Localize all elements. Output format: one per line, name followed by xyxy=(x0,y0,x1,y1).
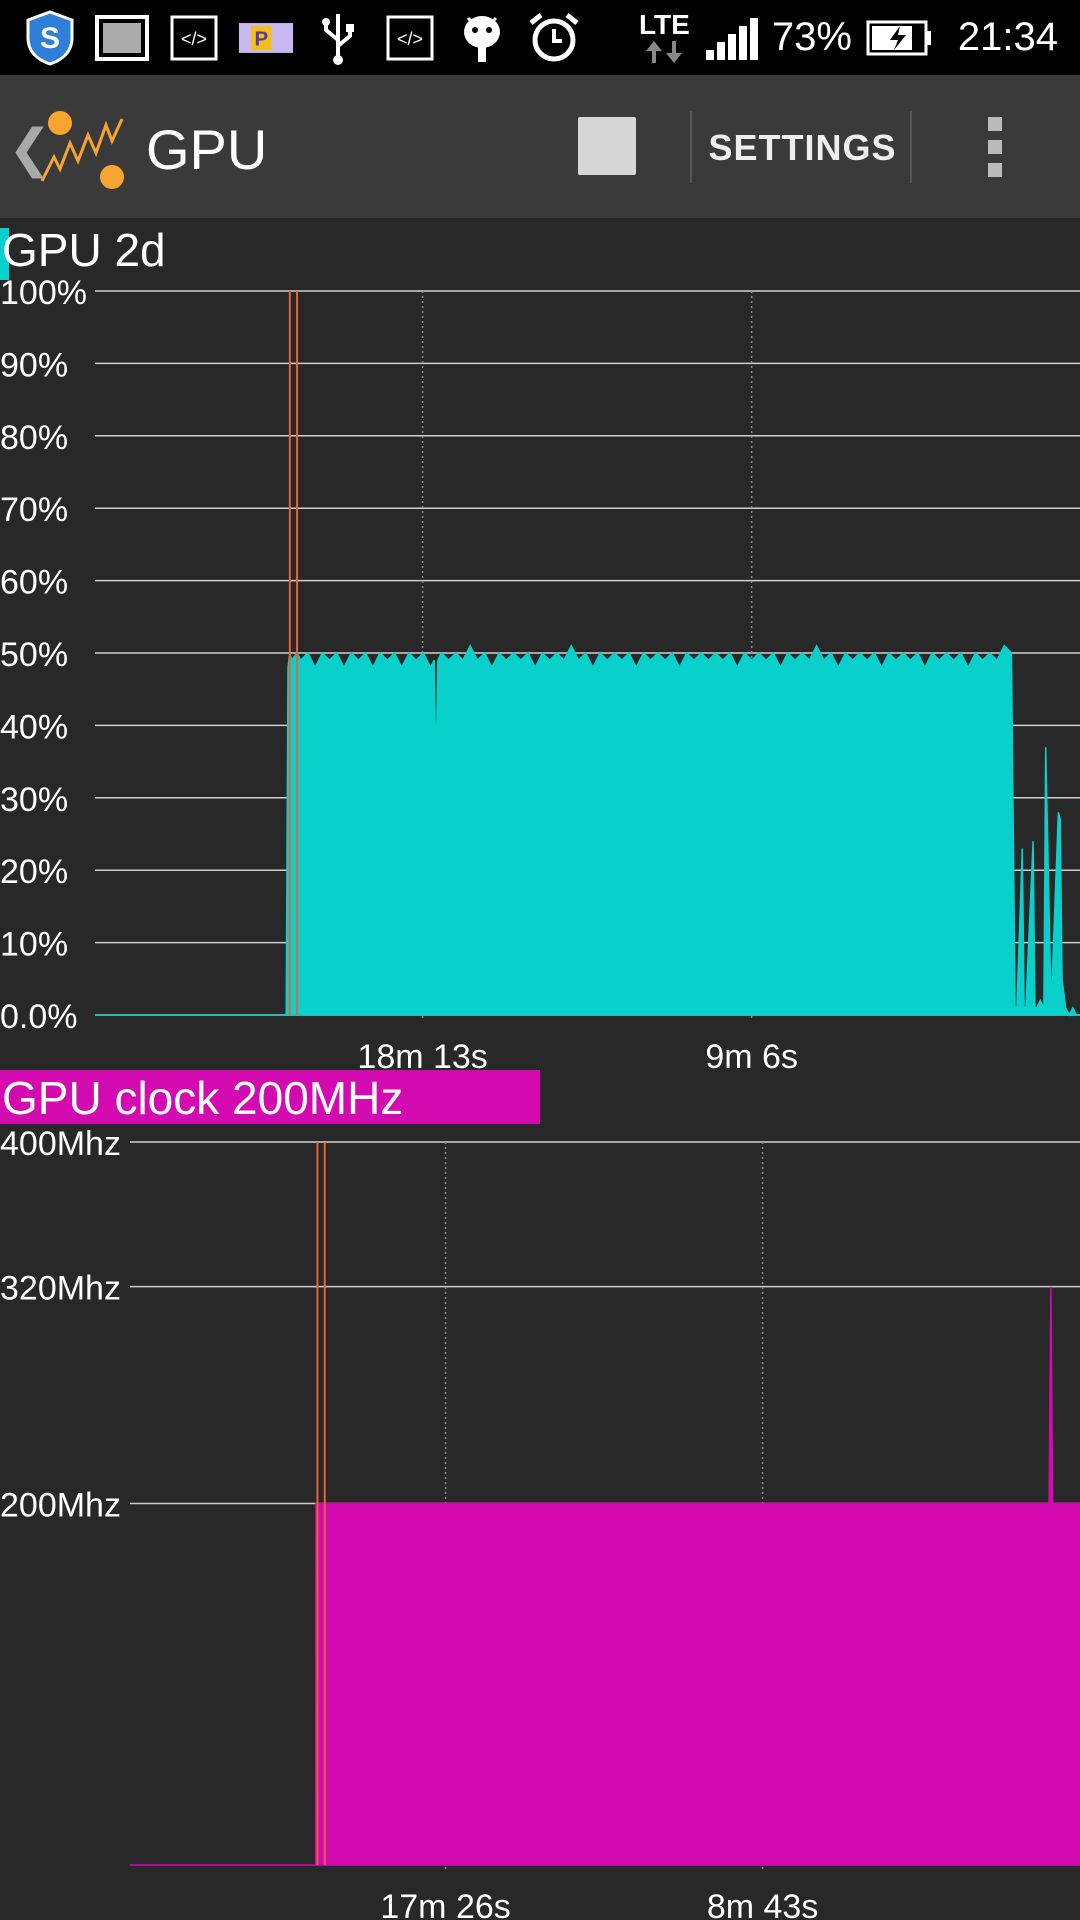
shield-icon: S xyxy=(22,9,78,66)
x-tick-label: 9m 6s xyxy=(705,1038,798,1076)
stop-button[interactable] xyxy=(578,117,636,175)
parking-icon: P xyxy=(238,10,294,66)
gpu-clock-grid xyxy=(130,1141,1080,1505)
overflow-menu-icon[interactable] xyxy=(988,117,1004,177)
divider xyxy=(690,111,692,183)
page-title: GPU xyxy=(146,118,268,181)
gpu-clock-area xyxy=(130,1286,1080,1866)
gpu-clock-title: GPU clock 200MHz xyxy=(2,1072,403,1124)
x-tick-label: 8m 43s xyxy=(707,1888,819,1920)
gpu-clock-y-labels: 400Mhz 320Mhz 200Mhz xyxy=(0,1125,121,1525)
y-tick-label: 400Mhz xyxy=(0,1125,121,1163)
divider xyxy=(910,111,912,183)
code-icon: </> xyxy=(166,10,222,66)
usb-icon xyxy=(310,10,366,66)
gpu-load-title: GPU 2d xyxy=(2,224,166,276)
lte-indicator: LTE xyxy=(639,8,690,65)
android-icon xyxy=(454,10,510,66)
alarm-icon xyxy=(526,10,582,66)
y-tick-label: 200Mhz xyxy=(0,1487,121,1525)
y-tick-label: 40% xyxy=(0,708,68,746)
battery-percent: 73% xyxy=(771,15,852,59)
signal-icon xyxy=(705,17,758,60)
y-tick-label: 10% xyxy=(0,926,68,964)
status-indicators: LTE 73% 21:34 xyxy=(639,0,1058,75)
y-tick-label: 320Mhz xyxy=(0,1270,121,1308)
settings-button[interactable]: SETTINGS xyxy=(700,127,905,169)
svg-text:</>: </> xyxy=(181,29,207,49)
image-icon xyxy=(94,10,150,66)
y-tick-label: 20% xyxy=(0,853,68,891)
y-tick-label: 50% xyxy=(0,636,68,674)
y-tick-label: 100% xyxy=(0,274,87,312)
action-bar: ❮ GPU SETTINGS xyxy=(0,75,1080,218)
code-icon: </> xyxy=(382,10,438,66)
network-type: LTE xyxy=(639,8,690,40)
gpu-load-area xyxy=(95,644,1080,1017)
y-tick-label: 30% xyxy=(0,781,68,819)
y-tick-label: 70% xyxy=(0,491,68,529)
gpu-load-chart: GPU 2d 100% 90% 80% 70% 60% 50% 40% 30% 20% 10% 0.… xyxy=(0,224,1080,1076)
gpu-clock-x-labels: 17m 26s 8m 43s xyxy=(380,1888,818,1920)
x-tick-label: 17m 26s xyxy=(380,1888,510,1920)
charts-area: GPU 2d 100% 90% 80% 70% 60% 50% 40% 30% 20% 10% 0.… xyxy=(0,224,1080,1920)
y-tick-label: 80% xyxy=(0,419,68,457)
gpu-clock-chart: GPU clock 200MHz 400Mhz 320Mhz 200Mhz 17m … xyxy=(0,1070,1080,1920)
gpu-load-y-labels: 100% 90% 80% 70% 60% 50% 40% 30% 20% 10% 0.0% xyxy=(0,274,87,1036)
svg-text:S: S xyxy=(40,22,60,55)
svg-text:</>: </> xyxy=(397,29,423,49)
notification-icons: S </> P </> xyxy=(0,9,582,66)
battery-charging-icon xyxy=(866,20,931,55)
y-tick-label: 90% xyxy=(0,346,68,384)
y-tick-label: 0.0% xyxy=(0,998,78,1036)
data-arrows-icon xyxy=(646,40,683,63)
y-tick-label: 60% xyxy=(0,564,68,602)
clock: 21:34 xyxy=(957,15,1058,59)
svg-text:P: P xyxy=(254,27,268,50)
status-bar: S </> P </> LTE 73% 21:34 xyxy=(0,0,1080,75)
app-logo[interactable] xyxy=(40,105,130,195)
